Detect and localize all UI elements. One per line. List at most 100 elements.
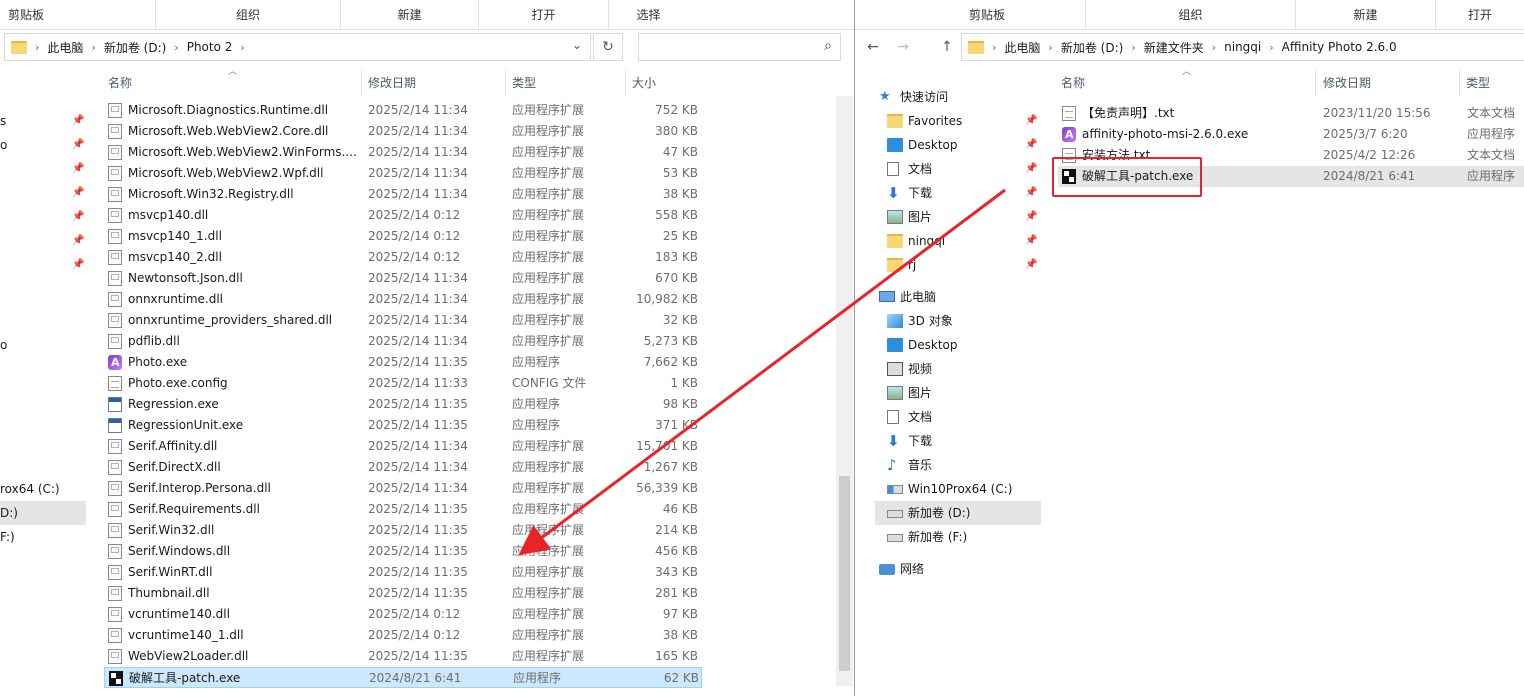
search-input[interactable]: ⌕ bbox=[638, 33, 841, 61]
ribbon-open[interactable]: 打开 bbox=[478, 0, 608, 30]
file-row[interactable]: Thumbnail.dll 2025/2/14 11:35 应用程序扩展 281 KB bbox=[104, 583, 702, 604]
file-row[interactable]: Photo.exe.config 2025/2/14 11:33 CONFIG 文件… bbox=[104, 373, 702, 394]
file-row[interactable]: msvcp140.dll 2025/2/14 0:12 应用程序扩展 558 KB bbox=[104, 205, 702, 226]
breadcrumb-photo2[interactable]: Photo 2 bbox=[187, 40, 233, 54]
file-row[interactable]: Microsoft.Diagnostics.Runtime.dll 2025/2/… bbox=[104, 100, 702, 121]
file-row[interactable]: RegressionUnit.exe 2025/2/14 11:35 应用程序 371… bbox=[104, 415, 702, 436]
file-row[interactable]: onnxruntime.dll 2025/2/14 11:34 应用程序扩展 10,9… bbox=[104, 289, 702, 310]
nav-fragment-drive-d[interactable]: D:) bbox=[0, 501, 86, 525]
file-row[interactable]: msvcp140_1.dll 2025/2/14 0:12 应用程序扩展 25 KB bbox=[104, 226, 702, 247]
column-divider[interactable] bbox=[361, 70, 362, 96]
nav-fragment[interactable]: o 📌 bbox=[0, 133, 88, 157]
nav-item[interactable]: 视频 bbox=[875, 357, 1041, 381]
file-row[interactable]: Serif.Windows.dll 2025/2/14 11:35 应用程序扩展 45… bbox=[104, 541, 702, 562]
nav-fragment-drive-c[interactable]: rox64 (C:) bbox=[0, 477, 88, 501]
nav-item[interactable]: 文档 📌 bbox=[875, 157, 1041, 181]
file-row[interactable]: vcruntime140.dll 2025/2/14 0:12 应用程序扩展 97 K… bbox=[104, 604, 702, 625]
address-bar[interactable]: › 此电脑 › 新加卷 (D:) › Photo 2 › ⌄ bbox=[4, 33, 591, 61]
nav-item[interactable]: 图片 bbox=[875, 381, 1041, 405]
chevron-right-icon[interactable]: › bbox=[174, 41, 178, 54]
nav-item[interactable]: 此电脑 bbox=[875, 285, 1041, 309]
chevron-right-icon[interactable]: › bbox=[91, 41, 95, 54]
column-header-type[interactable]: 类型 bbox=[512, 70, 536, 96]
file-row[interactable]: onnxruntime_providers_shared.dll 2025/2/1… bbox=[104, 310, 702, 331]
file-row[interactable]: 【免责声明】.txt 2023/11/20 15:56 文本文档 bbox=[1058, 103, 1524, 124]
chevron-right-icon[interactable]: › bbox=[240, 41, 244, 54]
file-row[interactable]: Newtonsoft.Json.dll 2025/2/14 11:34 应用程序扩展… bbox=[104, 268, 702, 289]
column-header-type[interactable]: 类型 bbox=[1466, 70, 1490, 96]
file-row[interactable]: WebView2Loader.dll 2025/2/14 11:35 应用程序扩展 1… bbox=[104, 646, 702, 667]
nav-item[interactable]: 图片 📌 bbox=[875, 205, 1041, 229]
file-row[interactable]: Microsoft.Web.WebView2.Core.dll 2025/2/14… bbox=[104, 121, 702, 142]
file-row[interactable]: Serif.DirectX.dll 2025/2/14 11:34 应用程序扩展 1,… bbox=[104, 457, 702, 478]
file-row[interactable]: Photo.exe 2025/2/14 11:35 应用程序 7,662 KB bbox=[104, 352, 702, 373]
file-row[interactable]: Microsoft.Win32.Registry.dll 2025/2/14 11… bbox=[104, 184, 702, 205]
nav-item[interactable]: ★ 快速访问 bbox=[875, 85, 1041, 109]
column-header-date[interactable]: 修改日期 bbox=[368, 70, 416, 96]
nav-item[interactable]: 新加卷 (D:) bbox=[875, 501, 1041, 525]
file-row[interactable]: Serif.Affinity.dll 2025/2/14 11:34 应用程序扩展 1… bbox=[104, 436, 702, 457]
up-arrow-icon[interactable]: ↑ bbox=[935, 33, 959, 61]
ribbon-new[interactable]: 新建 bbox=[1295, 0, 1435, 30]
nav-item[interactable]: ♪ 音乐 bbox=[875, 453, 1041, 477]
nav-item[interactable]: Desktop 📌 bbox=[875, 133, 1041, 157]
column-divider[interactable] bbox=[1459, 70, 1460, 96]
refresh-icon[interactable]: ↻ bbox=[593, 33, 623, 61]
ribbon-organize[interactable]: 组织 bbox=[1085, 0, 1295, 30]
nav-item[interactable]: Desktop bbox=[875, 333, 1041, 357]
breadcrumb-drive-d[interactable]: 新加卷 (D:) bbox=[1061, 39, 1123, 56]
ribbon-select[interactable]: 选择 bbox=[608, 0, 688, 30]
ribbon-new[interactable]: 新建 bbox=[340, 0, 478, 30]
file-row[interactable]: msvcp140_2.dll 2025/2/14 0:12 应用程序扩展 183 KB bbox=[104, 247, 702, 268]
file-row[interactable]: Regression.exe 2025/2/14 11:35 应用程序 98 KB bbox=[104, 394, 702, 415]
chevron-right-icon[interactable]: › bbox=[1131, 41, 1135, 54]
file-row[interactable]: affinity-photo-msi-2.6.0.exe 2025/3/7 6:2… bbox=[1058, 124, 1524, 145]
file-row[interactable]: Serif.Interop.Persona.dll 2025/2/14 11:34… bbox=[104, 478, 702, 499]
nav-fragment[interactable]: 📌 bbox=[0, 253, 88, 277]
nav-fragment[interactable]: 📌 bbox=[0, 157, 88, 181]
nav-item[interactable]: 文档 bbox=[875, 405, 1041, 429]
breadcrumb-drive-d[interactable]: 新加卷 (D:) bbox=[104, 39, 166, 56]
breadcrumb-this-pc[interactable]: 此电脑 bbox=[1004, 39, 1040, 56]
nav-fragment[interactable]: 📌 bbox=[0, 229, 88, 253]
file-row[interactable]: Microsoft.Web.WebView2.Wpf.dll 2025/2/14 … bbox=[104, 163, 702, 184]
nav-item[interactable]: 3D 对象 bbox=[875, 309, 1041, 333]
nav-item[interactable]: 网络 bbox=[875, 557, 1041, 581]
chevron-right-icon[interactable]: › bbox=[1048, 41, 1052, 54]
column-header-date[interactable]: 修改日期 bbox=[1323, 70, 1371, 96]
vertical-scrollbar[interactable] bbox=[836, 96, 853, 686]
breadcrumb-affinity[interactable]: Affinity Photo 2.6.0 bbox=[1282, 40, 1397, 54]
nav-item[interactable]: Win10Prox64 (C:) bbox=[875, 477, 1041, 501]
column-divider[interactable] bbox=[505, 70, 506, 96]
nav-item[interactable]: ningqi 📌 bbox=[875, 229, 1041, 253]
ribbon-open[interactable]: 打开 bbox=[1435, 0, 1524, 30]
file-row[interactable]: Serif.Requirements.dll 2025/2/14 11:35 应用程… bbox=[104, 499, 702, 520]
column-divider[interactable] bbox=[625, 70, 626, 96]
chevron-right-icon[interactable]: › bbox=[1269, 41, 1273, 54]
back-arrow-icon[interactable]: ← bbox=[861, 33, 885, 61]
nav-item[interactable]: Favorites 📌 bbox=[875, 109, 1041, 133]
column-header-name[interactable]: 名称 bbox=[108, 70, 132, 96]
nav-fragment-drive-f[interactable]: F:) bbox=[0, 525, 88, 549]
file-row[interactable]: vcruntime140_1.dll 2025/2/14 0:12 应用程序扩展 38… bbox=[104, 625, 702, 646]
file-row[interactable]: Microsoft.Web.WebView2.WinForms.... 2025/… bbox=[104, 142, 702, 163]
nav-item[interactable]: rj 📌 bbox=[875, 253, 1041, 277]
chevron-right-icon[interactable]: › bbox=[1212, 41, 1216, 54]
breadcrumb-ningqi[interactable]: ningqi bbox=[1224, 40, 1261, 54]
nav-fragment[interactable]: 📌 bbox=[0, 181, 88, 205]
nav-item[interactable]: ⬇ 下载 bbox=[875, 429, 1041, 453]
nav-item[interactable]: ⬇ 下载 📌 bbox=[875, 181, 1041, 205]
breadcrumb-this-pc[interactable]: 此电脑 bbox=[47, 39, 83, 56]
address-bar[interactable]: › 此电脑 › 新加卷 (D:) › 新建文件夹 › ningqi › Affi… bbox=[961, 33, 1524, 61]
ribbon-organize[interactable]: 组织 bbox=[155, 0, 340, 30]
nav-fragment[interactable]: s 📌 bbox=[0, 109, 88, 133]
file-row[interactable]: Serif.Win32.dll 2025/2/14 11:35 应用程序扩展 214 … bbox=[104, 520, 702, 541]
nav-fragment[interactable]: o bbox=[0, 333, 88, 357]
scrollbar-thumb[interactable] bbox=[839, 476, 850, 671]
column-divider[interactable] bbox=[1315, 70, 1316, 96]
file-row[interactable]: pdflib.dll 2025/2/14 11:34 应用程序扩展 5,273 KB bbox=[104, 331, 702, 352]
ribbon-clipboard[interactable]: 剪贴板 bbox=[0, 0, 155, 30]
nav-item[interactable]: 新加卷 (F:) bbox=[875, 525, 1041, 549]
nav-fragment[interactable]: 📌 bbox=[0, 205, 88, 229]
forward-arrow-icon[interactable]: → bbox=[891, 33, 915, 61]
